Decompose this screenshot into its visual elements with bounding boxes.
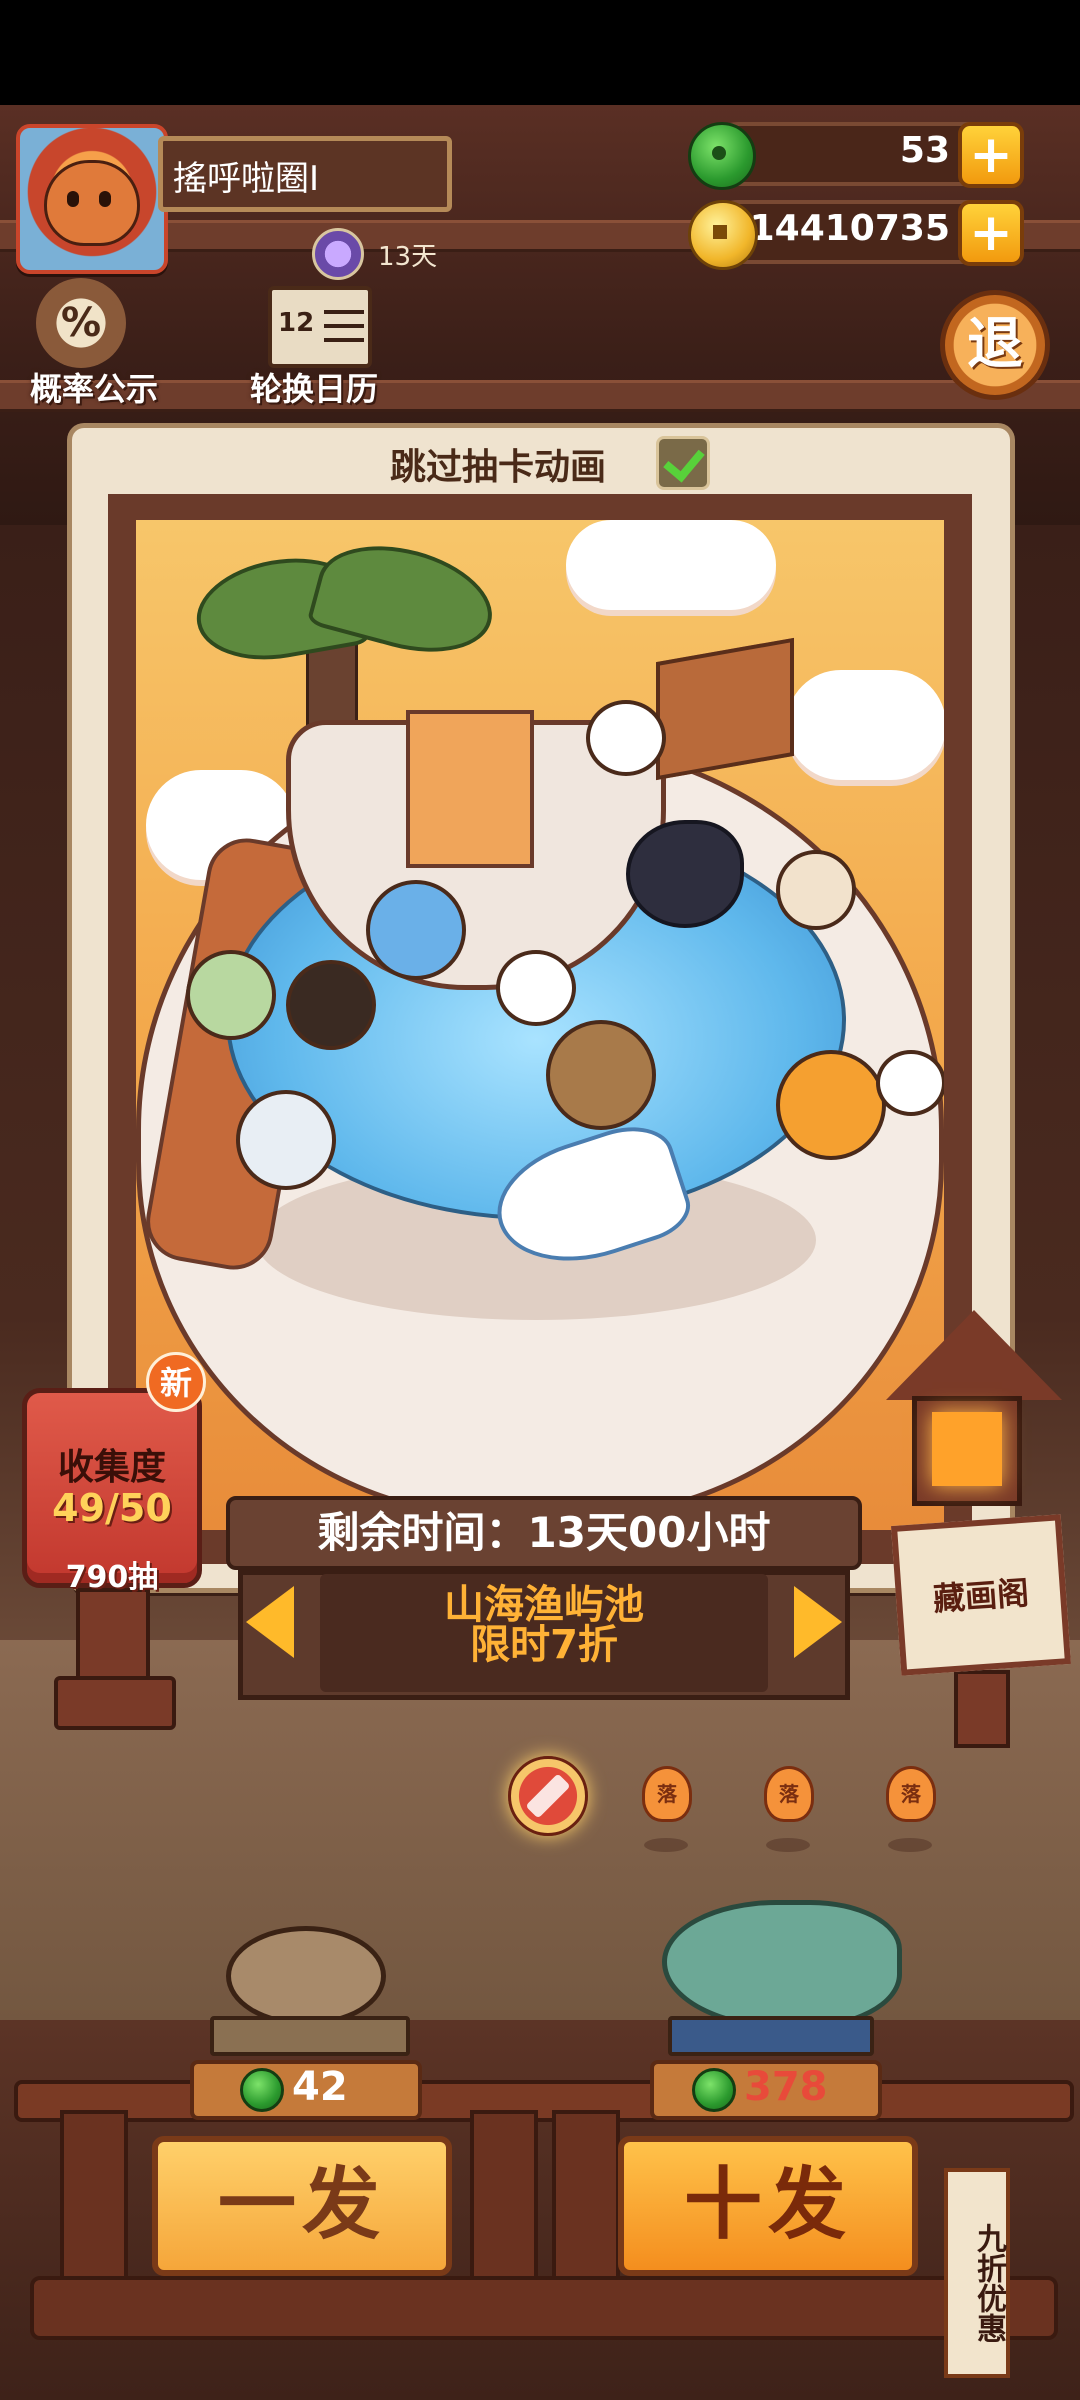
collection-stand-base <box>54 1676 176 1730</box>
pool-page-dot[interactable]: 落 <box>642 1766 692 1822</box>
counter-base <box>30 2276 1058 2340</box>
lantern-light <box>932 1412 1002 1486</box>
exit-button[interactable]: 退 <box>940 290 1050 400</box>
remaining-time: 剩余时间：13天00小时 <box>226 1496 862 1570</box>
probability-icon[interactable]: % <box>36 278 126 368</box>
calendar-label[interactable]: 轮换日历 <box>250 364 378 410</box>
avatar-face <box>44 160 140 246</box>
book-stack <box>668 2016 874 2056</box>
add-jade-button[interactable]: + <box>958 122 1024 188</box>
cloud <box>566 520 776 610</box>
character-orange-hair <box>776 1050 886 1160</box>
collection-count: 49/50 <box>52 1486 172 1530</box>
cloud <box>786 670 944 780</box>
gacha-pool-artwork <box>136 520 944 1530</box>
player-name[interactable]: 搖呼啦圈I <box>158 136 452 212</box>
boat-cabin <box>406 710 534 868</box>
collection-draws: 790抽 <box>65 1560 159 1595</box>
character-monk <box>776 850 856 930</box>
pool-page-dot[interactable]: 落 <box>886 1766 936 1822</box>
collection-title: 收集度 <box>57 1447 166 1488</box>
dot-shadow <box>644 1838 688 1852</box>
pool-page-dot[interactable]: 落 <box>764 1766 814 1822</box>
counter-top <box>14 2080 1074 2122</box>
rank-icon[interactable] <box>312 228 364 280</box>
ten-draw-cost: 378 <box>744 2064 828 2110</box>
counter-post <box>552 2110 620 2288</box>
jade-icon <box>240 2068 284 2112</box>
duck <box>496 950 576 1026</box>
jade-icon <box>692 2068 736 2112</box>
pufferfish-icon <box>226 1926 386 2026</box>
character-white-hair <box>236 1090 336 1190</box>
roof-beam <box>0 380 1080 412</box>
gallery-sign-post <box>954 1670 1010 1748</box>
next-pool-arrow-icon[interactable] <box>794 1586 842 1658</box>
discount-tag: 九折优惠 <box>944 2168 1010 2378</box>
dot-shadow <box>766 1838 810 1852</box>
add-coins-button[interactable]: + <box>958 200 1024 266</box>
probability-label[interactable]: 概率公示 <box>30 364 158 410</box>
jade-amount: 53 <box>899 130 950 171</box>
character-blue-hair <box>366 880 466 980</box>
dot-shadow <box>888 1838 932 1852</box>
previous-pool-arrow-icon[interactable] <box>246 1586 294 1658</box>
ten-draw-button[interactable]: 十发 <box>618 2136 918 2276</box>
coin-amount: 14410735 <box>749 208 950 249</box>
duck <box>586 700 666 776</box>
book-stack <box>210 2016 410 2056</box>
single-draw-button[interactable]: 一发 <box>152 2136 452 2276</box>
skip-animation-label[interactable]: 跳过抽卡动画 <box>390 438 606 490</box>
counter-post <box>60 2110 128 2288</box>
new-badge: 新 <box>146 1352 206 1412</box>
status-bar <box>0 0 1080 105</box>
wooden-hut <box>656 637 794 781</box>
coin-icon <box>688 200 758 270</box>
duck <box>876 1050 944 1116</box>
pool-page-dot-active[interactable] <box>508 1756 588 1836</box>
pool-discount: 限时7折 <box>470 1622 618 1668</box>
single-draw-cost: 42 <box>292 2064 348 2110</box>
character-brown-hair <box>546 1020 656 1130</box>
jade-icon <box>688 122 756 190</box>
calendar-icon[interactable]: 12 <box>268 286 372 368</box>
character-green-hair <box>186 950 276 1040</box>
black-fish <box>626 820 744 928</box>
character-dark-hair <box>286 960 376 1050</box>
skip-animation-checkbox[interactable] <box>656 436 710 490</box>
rank-days: 13天 <box>378 242 438 272</box>
gallery-button[interactable]: 藏画阁 <box>890 1514 1072 1676</box>
counter-post <box>470 2110 538 2288</box>
